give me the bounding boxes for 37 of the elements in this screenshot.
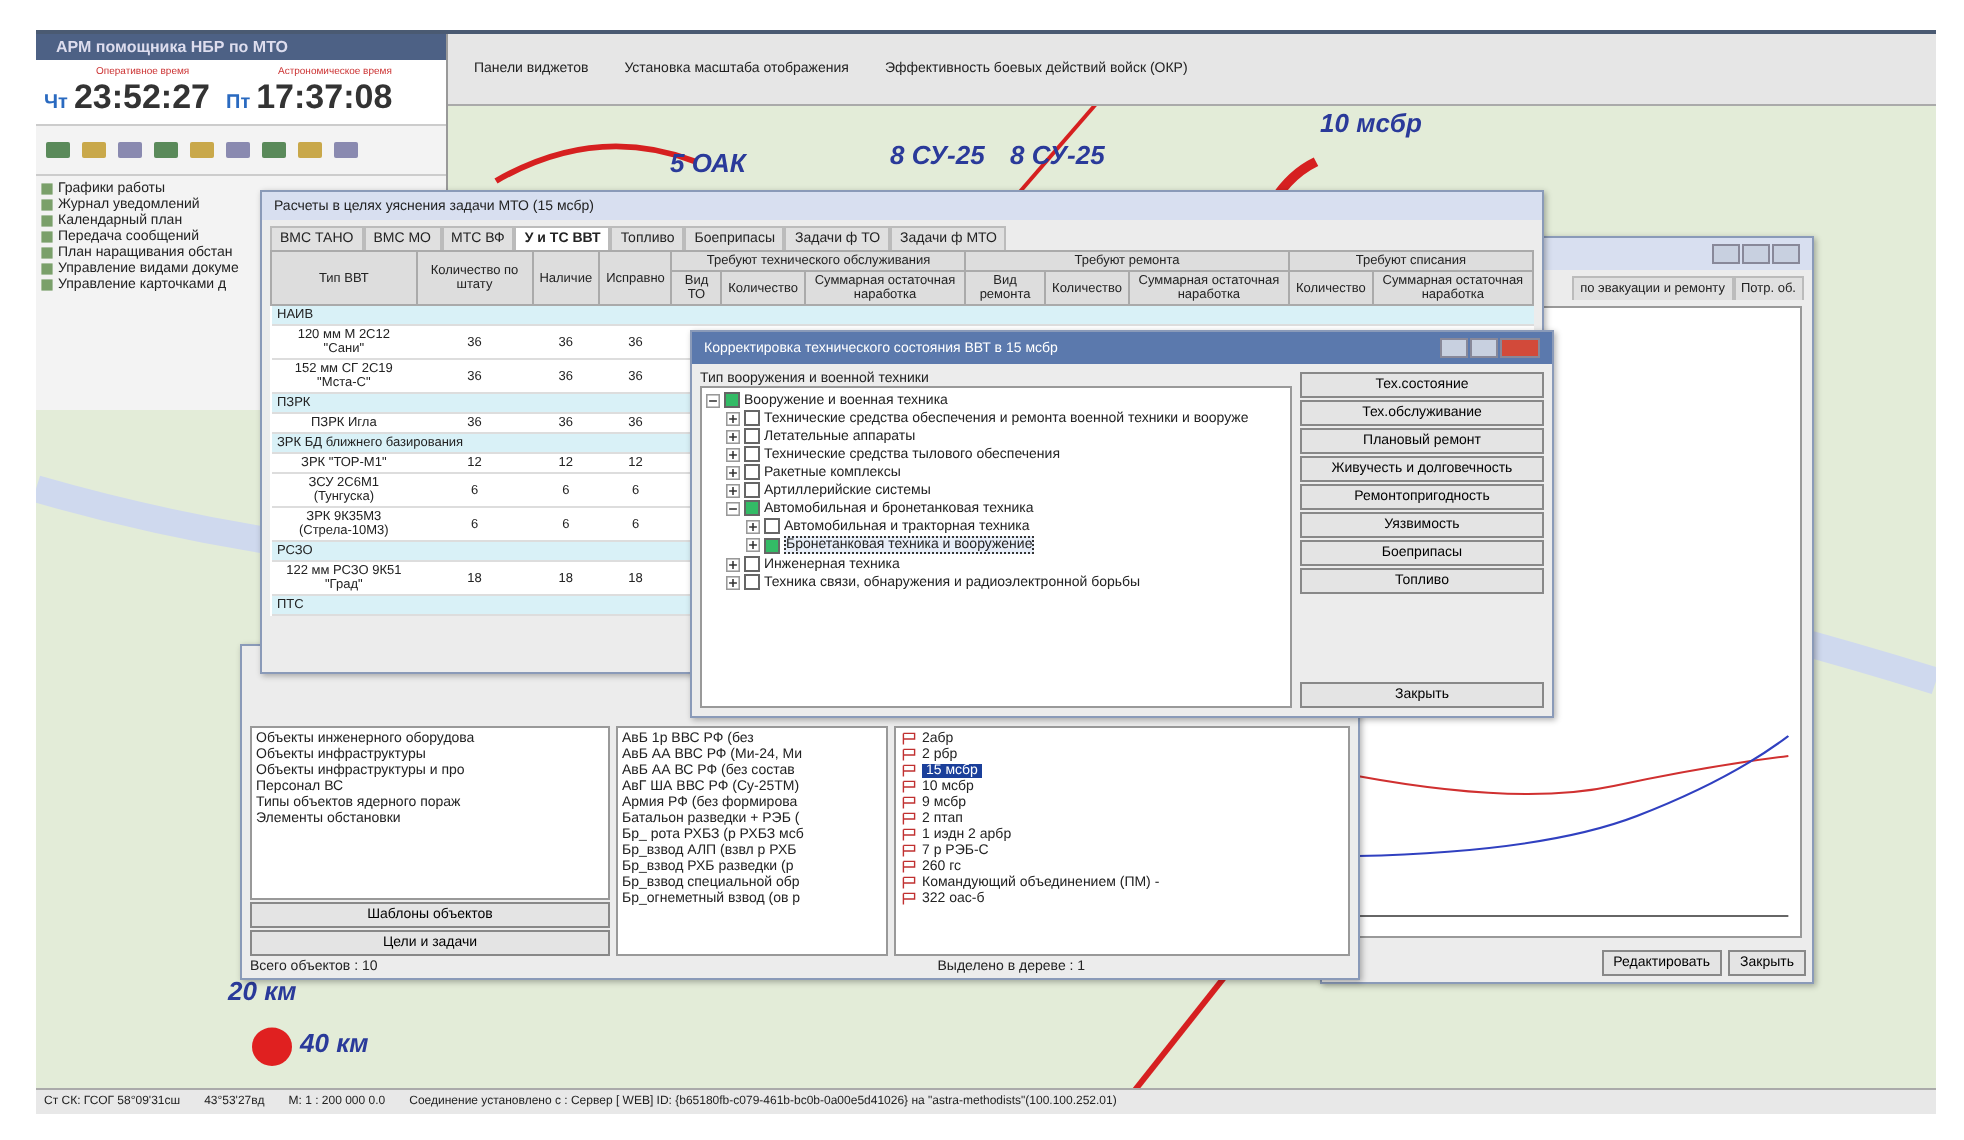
toolbar-icon[interactable] [44,138,72,162]
toolbar-icon[interactable] [224,138,252,162]
checkbox[interactable] [724,392,740,408]
toolbar-icon[interactable] [260,138,288,162]
checkbox[interactable] [744,574,760,590]
checkbox[interactable] [744,482,760,498]
collapse-icon[interactable] [726,501,740,515]
expand-icon[interactable] [726,483,740,497]
expand-icon[interactable] [746,538,760,552]
toolbar-icon[interactable] [116,138,144,162]
map-label: 20 км [228,976,297,1006]
checkbox[interactable] [744,464,760,480]
map-label: 40 км [300,1028,369,1058]
checkbox[interactable] [744,446,760,462]
checkbox[interactable] [744,556,760,572]
window-title: АРМ помощника НБР по МТО [36,34,446,60]
expand-icon[interactable] [726,411,740,425]
expand-icon[interactable] [726,557,740,571]
clock-day: Пт [226,92,251,114]
expand-icon[interactable] [746,519,760,533]
toolbar-icon[interactable] [332,138,360,162]
checkbox[interactable] [744,500,760,516]
clock-time: 17:37:08 [256,78,393,118]
expand-icon[interactable] [726,429,740,443]
clock-day: Чт [44,92,68,114]
checkbox[interactable] [744,410,760,426]
collapse-icon[interactable] [706,393,720,407]
map-label: 10 мсбр [1320,108,1422,138]
expand-icon[interactable] [726,575,740,589]
toolbar-icon[interactable] [152,138,180,162]
map-label: 8 СУ-25 [890,140,985,170]
expand-icon[interactable] [726,447,740,461]
clock-time: 23:52:27 [73,78,210,118]
checkbox[interactable] [744,428,760,444]
checkbox[interactable] [764,518,780,534]
expand-icon[interactable] [726,465,740,479]
checkbox[interactable] [764,537,780,553]
